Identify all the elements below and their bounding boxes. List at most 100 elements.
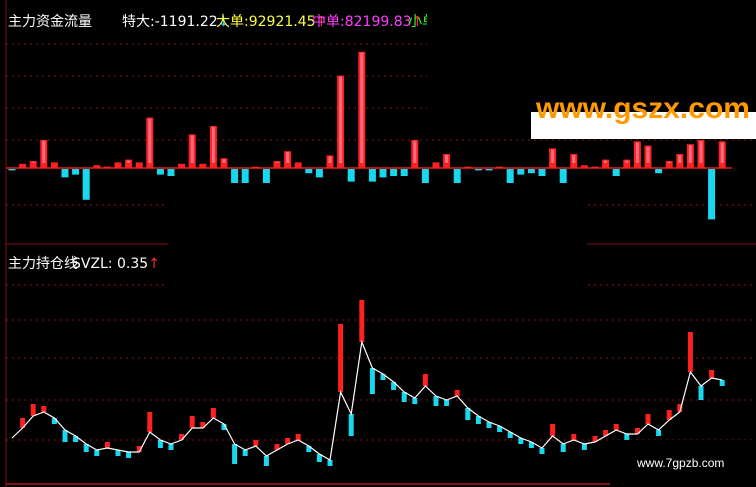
zhong-dan-label: 中单 (312, 14, 340, 30)
position-bar (624, 434, 630, 440)
fund-flow-bar-highlight (31, 162, 35, 163)
position-bar (327, 460, 333, 466)
da-dan-label: 大单 (216, 14, 244, 30)
fund-flow-bar (485, 169, 493, 171)
position-bar (412, 398, 418, 404)
da-dan-indicator: 大单:92921.45↑ (216, 14, 327, 30)
position-bar (581, 444, 587, 450)
fund-flow-bar-highlight (604, 160, 608, 163)
fund-flow-bar-highlight (127, 160, 131, 163)
fund-flow-bar-highlight (190, 135, 194, 163)
fund-flow-bar (199, 163, 207, 168)
watermark-top-right-text: www.gszx.com.cn (536, 98, 751, 125)
fund-flow-chart (0, 0, 756, 487)
zhong-dan-indicator: 中单:82199.83↑ (312, 14, 423, 30)
fund-flow-bar-highlight (646, 146, 650, 163)
fund-flow-bar (19, 163, 27, 168)
position-bar (709, 370, 715, 378)
fund-flow-bar (93, 165, 101, 168)
da-dan-value: :92921.45 (244, 14, 316, 30)
fund-flow-bar (72, 169, 80, 175)
fund-flow-bar-highlight (413, 141, 417, 163)
fund-flow-bar (390, 169, 398, 176)
fund-flow-bar (580, 165, 588, 168)
svzl-label: SVZL (72, 256, 108, 272)
fund-flow-bar-highlight (286, 152, 290, 163)
position-bar (232, 444, 238, 464)
fund-flow-bar-highlight (688, 145, 692, 163)
position-bar (433, 396, 439, 406)
fund-flow-bar (591, 166, 599, 168)
te-da-indicator: 特大:-1191.22↓ (122, 14, 229, 30)
position-bar (422, 374, 428, 386)
fund-flow-bar (400, 169, 408, 176)
position-bar (687, 332, 693, 372)
position-bar (126, 452, 132, 458)
position-bar (62, 430, 68, 442)
position-bar (30, 404, 36, 416)
position-bar (104, 442, 110, 448)
fund-flow-bar-highlight (720, 142, 724, 163)
fund-flow-bar (50, 162, 58, 168)
fund-flow-bar-highlight (339, 76, 343, 163)
fund-flow-bar (294, 162, 302, 168)
position-bar (571, 434, 577, 440)
zhong-dan-value: :82199.83 (340, 14, 412, 30)
svzl-value: : 0.35 (107, 256, 149, 272)
fund-flow-bar (421, 169, 429, 183)
fund-flow-bar (655, 169, 663, 174)
fund-flow-bar (432, 162, 440, 168)
fund-flow-bar (506, 169, 514, 183)
fund-flow-bar (82, 169, 90, 200)
occluding-box-top-right (427, 0, 756, 112)
fund-flow-bar (114, 162, 122, 168)
position-bar (147, 412, 153, 432)
position-bar (189, 416, 195, 428)
fund-flow-bar (135, 162, 143, 168)
occluding-box-center (168, 183, 587, 300)
fund-flow-bar (305, 169, 313, 174)
position-bar (348, 414, 354, 436)
fund-flow-bar-highlight (222, 159, 226, 163)
position-bar (539, 448, 545, 454)
fund-flow-bar (61, 169, 69, 178)
fund-flow-bar (517, 169, 525, 175)
fund-flow-bar (347, 169, 355, 182)
position-bar (560, 444, 566, 452)
fund-flow-bar-highlight (445, 155, 449, 163)
position-bar (698, 386, 704, 400)
position-bar (444, 400, 450, 406)
fund-flow-bar (103, 166, 111, 168)
bottom-panel-title: 主力持仓线 (8, 256, 78, 272)
fund-flow-bar (379, 169, 387, 178)
fund-flow-bar-highlight (551, 149, 555, 163)
fund-flow-bar-highlight (211, 127, 215, 163)
arrow-up-icon: ↑ (148, 256, 160, 272)
fund-flow-bar (156, 169, 164, 175)
position-bar (656, 430, 662, 436)
position-bar (719, 380, 725, 386)
watermark-bottom-right: www.7gpzb.com (637, 456, 725, 470)
fund-flow-bar (527, 169, 535, 174)
xiao-dan-label: 小单 (408, 14, 427, 30)
fund-flow-bar (538, 169, 546, 176)
position-bar (613, 424, 619, 430)
position-bar (550, 424, 556, 436)
watermark-top-right: www.gszx.com.cn (536, 98, 751, 138)
position-bar (210, 408, 216, 418)
fund-flow-bar (612, 169, 620, 176)
position-bar (645, 414, 651, 424)
fund-flow-bar (8, 169, 16, 171)
fund-flow-bar-highlight (328, 156, 332, 163)
position-bar (168, 444, 174, 450)
top-panel-title: 主力资金流量 (8, 14, 92, 30)
te-da-label: 特大 (122, 14, 150, 30)
svzl-indicator: SVZL: 0.35↑ (72, 256, 160, 272)
fund-flow-bar (252, 166, 260, 168)
fund-flow-bar (167, 169, 175, 176)
fund-flow-bar (241, 169, 249, 185)
position-bar (253, 440, 259, 446)
fund-flow-bar (474, 169, 482, 171)
fund-flow-bar (178, 163, 186, 168)
fund-flow-bar-highlight (42, 141, 46, 163)
